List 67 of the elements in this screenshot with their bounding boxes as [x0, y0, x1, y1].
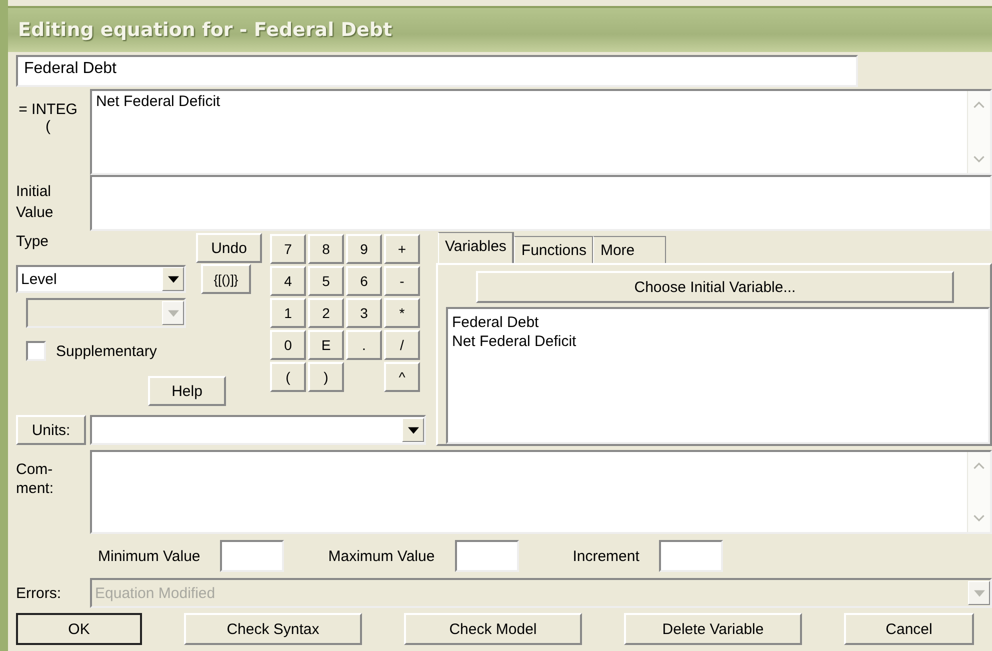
limit-label: Minimum Value [98, 548, 200, 564]
initial-value-label: Initial Value [16, 182, 54, 223]
keypad-key[interactable]: 7 [270, 234, 306, 264]
equation-label: = INTEG ( [18, 100, 78, 137]
caret-icon [974, 590, 984, 596]
keypad-key[interactable]: 4 [270, 266, 306, 296]
dialog-button[interactable]: Cancel [844, 613, 974, 645]
keypad-key[interactable]: - [384, 266, 420, 296]
scrollbar[interactable] [967, 452, 990, 532]
undo-button[interactable]: Undo [196, 233, 262, 263]
supplementary-label: Supplementary [56, 342, 157, 360]
window-title: Editing equation for - Federal Debt [18, 19, 392, 41]
scrollbar[interactable] [967, 91, 990, 173]
caret-icon [168, 276, 178, 282]
initial-value-field[interactable] [90, 175, 992, 231]
dropdown-button[interactable] [162, 267, 184, 291]
caret-icon [408, 426, 418, 434]
tab[interactable]: Functions [514, 236, 594, 263]
tab[interactable]: Variables [438, 232, 514, 263]
tab[interactable]: More [593, 236, 666, 263]
keypad-key[interactable]: 6 [346, 266, 382, 296]
limit-label: Increment [572, 548, 640, 564]
help-button[interactable]: Help [148, 376, 226, 406]
dialog-button[interactable]: Check Model [404, 613, 582, 645]
keypad-key[interactable]: 2 [308, 298, 344, 328]
equation-field[interactable]: Net Federal Deficit [90, 89, 992, 175]
caret-icon [168, 310, 178, 316]
keypad-key[interactable]: 3 [346, 298, 382, 328]
list-item[interactable]: Federal Debt [452, 313, 984, 332]
scroll-down-icon[interactable] [973, 514, 985, 522]
dialog-button[interactable]: OK [16, 613, 142, 645]
keypad-key[interactable]: * [384, 298, 420, 328]
limit-label: Maximum Value [328, 548, 435, 564]
dropdown-button[interactable] [402, 418, 424, 442]
dialog-button[interactable]: Delete Variable [624, 613, 802, 645]
limit-field[interactable] [659, 540, 724, 572]
list-item[interactable]: Net Federal Deficit [452, 332, 984, 351]
variable-list[interactable]: Federal Debt Net Federal Deficit [446, 307, 990, 444]
limit-field[interactable] [220, 540, 284, 572]
dialog-button[interactable]: Check Syntax [184, 613, 362, 645]
keypad-key[interactable]: 9 [346, 234, 382, 264]
errors-label: Errors: [16, 584, 62, 602]
scroll-down-icon[interactable] [973, 155, 985, 163]
keypad-key[interactable]: 5 [308, 266, 344, 296]
comment-label: Com-ment: [16, 460, 55, 499]
keypad-key[interactable]: ( [270, 362, 306, 392]
keypad-key[interactable]: 8 [308, 234, 344, 264]
scroll-up-icon[interactable] [973, 462, 985, 470]
supplementary-checkbox[interactable] [26, 341, 46, 361]
keypad-key[interactable]: + [384, 234, 420, 264]
name-field[interactable]: Federal Debt [16, 55, 858, 87]
keypad-key[interactable]: E [308, 330, 344, 360]
keypad-key[interactable]: 1 [270, 298, 306, 328]
brackets-button[interactable]: {[()]} [201, 264, 251, 294]
type-dropdown[interactable]: Level [16, 265, 186, 293]
keypad-key[interactable]: / [384, 330, 420, 360]
comment-field[interactable] [90, 450, 992, 534]
keypad-key[interactable]: ^ [384, 362, 420, 392]
keypad-key[interactable]: 0 [270, 330, 306, 360]
units-button[interactable]: Units: [16, 415, 86, 445]
type-label: Type [16, 233, 50, 250]
limit-field[interactable] [454, 540, 519, 572]
choose-variable-button[interactable]: Choose Initial Variable... [476, 271, 954, 303]
keypad-key[interactable]: ) [308, 362, 344, 392]
equation-text: Net Federal Deficit [95, 92, 222, 112]
keypad-key[interactable]: . [346, 330, 382, 360]
scroll-up-icon[interactable] [973, 101, 985, 109]
